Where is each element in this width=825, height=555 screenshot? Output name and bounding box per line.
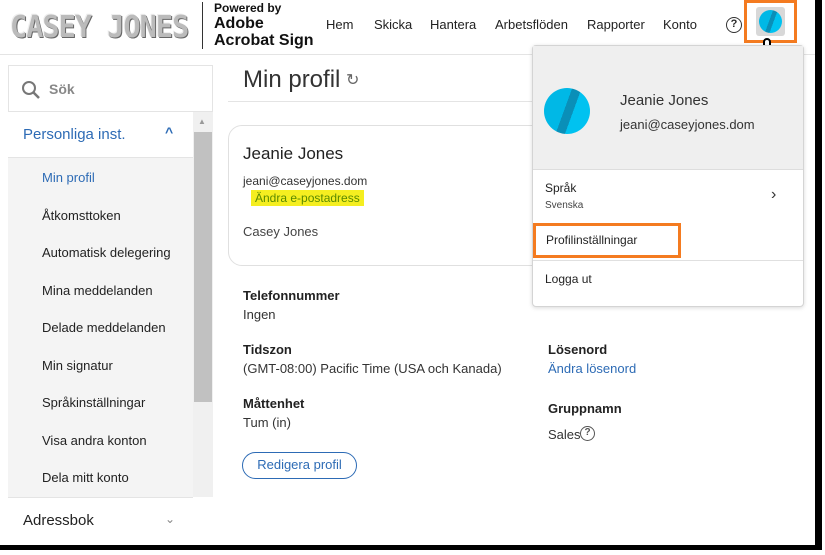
search-icon: [22, 81, 40, 99]
search-input[interactable]: Sök: [8, 65, 213, 112]
phone-value: Ingen: [243, 307, 276, 322]
product-line1: Adobe: [214, 15, 264, 32]
divider: [228, 101, 532, 102]
refresh-icon[interactable]: ↻: [346, 70, 359, 90]
language-label: Språk: [545, 181, 577, 195]
sidebar-item-sprakinstallningar[interactable]: Språkinställningar: [42, 395, 145, 410]
search-placeholder: Sök: [49, 81, 75, 97]
sidebar-item-delegering[interactable]: Automatisk delegering: [42, 245, 171, 260]
chevron-up-icon: ^: [165, 124, 174, 140]
nav-rapporter[interactable]: Rapporter: [587, 17, 645, 32]
change-email-link[interactable]: Ändra e-postadress: [251, 190, 364, 206]
section-label: Personliga inst.: [23, 126, 126, 143]
company-logo: CASEY JONES: [10, 10, 189, 45]
language-value: Svenska: [545, 200, 584, 211]
sidebar-item-atkomsttoken[interactable]: Åtkomsttoken: [42, 208, 121, 223]
product-line2: Acrobat Sign: [214, 32, 314, 49]
profile-company: Casey Jones: [243, 224, 319, 239]
change-password-link[interactable]: Ändra lösenord: [548, 361, 636, 376]
product-name: Adobe Acrobat Sign: [214, 15, 314, 49]
profile-card: Jeanie Jones jeani@caseyjones.dom Ändra …: [228, 125, 563, 266]
edit-profile-button[interactable]: Redigera profil: [242, 452, 357, 479]
nav-hem[interactable]: Hem: [326, 17, 353, 32]
frame-border: [815, 0, 822, 550]
profile-settings-label: Profilinställningar: [546, 233, 638, 247]
menu-item-logout[interactable]: Logga ut: [545, 272, 592, 286]
avatar-icon: [759, 10, 782, 33]
sidebar-item-delade-meddelanden[interactable]: Delade meddelanden: [42, 320, 166, 335]
sidebar-section-personal[interactable]: Personliga inst. ^: [8, 112, 193, 158]
page-title: Min profil: [243, 66, 341, 93]
section-label: Adressbok: [23, 512, 94, 529]
frame-border: [0, 545, 822, 550]
menu-item-language[interactable]: Språk Svenska ›: [533, 176, 803, 220]
scroll-up-icon[interactable]: ▲: [198, 117, 206, 126]
divider: [202, 2, 203, 49]
menu-user-header: Jeanie Jones jeani@caseyjones.dom: [533, 46, 803, 170]
avatar-button[interactable]: [744, 0, 797, 43]
scrollbar-thumb[interactable]: [194, 132, 212, 402]
nav-hantera[interactable]: Hantera: [430, 17, 476, 32]
help-icon[interactable]: ?: [726, 17, 742, 33]
sidebar-section-addressbook[interactable]: Adressbok ⌄: [8, 497, 193, 545]
menu-user-name: Jeanie Jones: [620, 92, 709, 109]
nav-skicka[interactable]: Skicka: [374, 17, 412, 32]
phone-label: Telefonnummer: [243, 288, 340, 303]
unit-value: Tum (in): [243, 415, 291, 430]
menu-user-email: jeani@caseyjones.dom: [620, 117, 755, 132]
sidebar-item-min-signatur[interactable]: Min signatur: [42, 358, 113, 373]
unit-label: Måttenhet: [243, 396, 305, 411]
group-label: Gruppnamn: [548, 401, 622, 416]
nav-konto[interactable]: Konto: [663, 17, 697, 32]
password-label: Lösenord: [548, 342, 608, 357]
timezone-value: (GMT-08:00) Pacific Time (USA och Kanada…: [243, 361, 502, 376]
chevron-right-icon: ›: [771, 186, 777, 203]
sidebar-item-visa-andra-konton[interactable]: Visa andra konton: [42, 433, 147, 448]
sidebar-item-min-profil[interactable]: Min profil: [42, 170, 95, 185]
chevron-down-icon: ⌄: [165, 512, 176, 526]
scrollbar[interactable]: ▲: [193, 112, 213, 497]
nav-arbetsfloden[interactable]: Arbetsflöden: [495, 17, 568, 32]
divider: [533, 260, 803, 261]
powered-by: Powered by: [214, 1, 282, 15]
sidebar-item-mina-meddelanden[interactable]: Mina meddelanden: [42, 283, 153, 298]
timezone-label: Tidszon: [243, 342, 292, 357]
help-icon[interactable]: ?: [580, 426, 595, 441]
avatar-icon: [544, 88, 590, 134]
menu-item-profile-settings[interactable]: Profilinställningar: [533, 223, 681, 258]
profile-name: Jeanie Jones: [243, 144, 344, 163]
profile-email: jeani@caseyjones.dom: [243, 174, 368, 188]
group-value: Sales: [548, 427, 581, 442]
profile-dropdown-menu: Jeanie Jones jeani@caseyjones.dom Språk …: [532, 45, 804, 307]
sidebar-item-dela-mitt-konto[interactable]: Dela mitt konto: [42, 470, 129, 485]
